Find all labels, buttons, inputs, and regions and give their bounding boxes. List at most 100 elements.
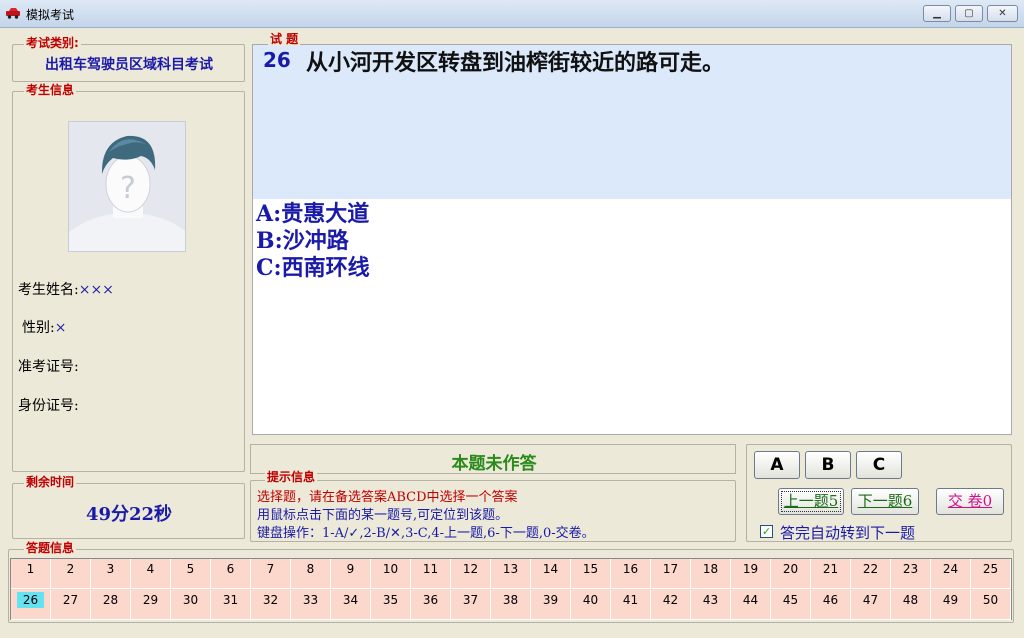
question-cell-50[interactable]: 50	[971, 590, 1011, 620]
timer-value: 49分22秒	[85, 504, 173, 525]
title-bar: 模拟考试 ▁ ▢ ✕	[0, 0, 1024, 28]
question-cell-27[interactable]: 27	[51, 590, 91, 620]
question-cell-45[interactable]: 45	[771, 590, 811, 620]
question-cell-number: 32	[262, 593, 279, 607]
question-cell-5[interactable]: 5	[171, 559, 211, 589]
exam-type-value: 出租车驾驶员区域科目考试	[45, 57, 213, 73]
answer-c-button[interactable]: C	[856, 451, 902, 479]
answer-a-button[interactable]: A	[754, 451, 800, 479]
question-cell-22[interactable]: 22	[851, 559, 891, 589]
question-cell-number: 6	[226, 562, 235, 576]
question-cell-17[interactable]: 17	[651, 559, 691, 589]
question-cell-28[interactable]: 28	[91, 590, 131, 620]
name-row: 考生姓名:×××	[18, 279, 114, 299]
question-cell-15[interactable]: 15	[571, 559, 611, 589]
question-cell-21[interactable]: 21	[811, 559, 851, 589]
question-cell-number: 15	[582, 562, 599, 576]
question-cell-38[interactable]: 38	[491, 590, 531, 620]
question-cell-23[interactable]: 23	[891, 559, 931, 589]
maximize-button[interactable]: ▢	[955, 5, 983, 22]
question-cell-number: 19	[742, 562, 759, 576]
question-cell-25[interactable]: 25	[971, 559, 1011, 589]
question-cell-37[interactable]: 37	[451, 590, 491, 620]
question-cell-number: 14	[542, 562, 559, 576]
question-cell-39[interactable]: 39	[531, 590, 571, 620]
gender-value: ×	[54, 320, 67, 336]
minimize-button[interactable]: ▁	[923, 5, 951, 22]
question-cell-33[interactable]: 33	[291, 590, 331, 620]
question-cell-4[interactable]: 4	[131, 559, 171, 589]
gender-row: 性别:×	[22, 317, 66, 337]
hint-line-1: 选择题，请在备选答案ABCD中选择一个答案	[257, 490, 518, 505]
question-panel: 26 从小河开发区转盘到油榨街较近的路可走。 A:贵惠大道 B:沙冲路 C:西南…	[252, 44, 1012, 435]
question-cell-11[interactable]: 11	[411, 559, 451, 589]
question-cell-26[interactable]: 26	[11, 590, 51, 620]
question-cell-36[interactable]: 36	[411, 590, 451, 620]
question-cell-42[interactable]: 42	[651, 590, 691, 620]
close-button[interactable]: ✕	[987, 5, 1018, 22]
question-cell-6[interactable]: 6	[211, 559, 251, 589]
question-cell-31[interactable]: 31	[211, 590, 251, 620]
avatar: ?	[68, 121, 186, 252]
question-cell-34[interactable]: 34	[331, 590, 371, 620]
question-cell-number: 31	[222, 593, 239, 607]
question-cell-1[interactable]: 1	[11, 559, 51, 589]
question-cell-number: 13	[502, 562, 519, 576]
question-cell-number: 7	[266, 562, 275, 576]
question-cell-35[interactable]: 35	[371, 590, 411, 620]
question-cell-number: 26	[16, 592, 45, 608]
question-cell-2[interactable]: 2	[51, 559, 91, 589]
car-icon	[6, 8, 20, 19]
question-cell-44[interactable]: 44	[731, 590, 771, 620]
question-cell-3[interactable]: 3	[91, 559, 131, 589]
question-cell-47[interactable]: 47	[851, 590, 891, 620]
question-cell-number: 11	[422, 562, 439, 576]
question-cell-9[interactable]: 9	[331, 559, 371, 589]
question-cell-number: 18	[702, 562, 719, 576]
auto-next-checkbox[interactable]: ✓	[760, 525, 773, 538]
question-cell-number: 35	[382, 593, 399, 607]
answer-b-button[interactable]: B	[805, 451, 851, 479]
question-cell-18[interactable]: 18	[691, 559, 731, 589]
question-cell-30[interactable]: 30	[171, 590, 211, 620]
auto-next-label[interactable]: 答完自动转到下一题	[780, 522, 915, 543]
question-cell-number: 33	[302, 593, 319, 607]
option-b: B:沙冲路	[256, 228, 349, 254]
submit-exam-button[interactable]: 交 卷0	[936, 488, 1004, 515]
question-cell-29[interactable]: 29	[131, 590, 171, 620]
question-cell-12[interactable]: 12	[451, 559, 491, 589]
question-cell-14[interactable]: 14	[531, 559, 571, 589]
question-cell-10[interactable]: 10	[371, 559, 411, 589]
check-icon: ✓	[761, 525, 772, 538]
hint-legend: 提示信息	[265, 470, 318, 484]
question-cell-7[interactable]: 7	[251, 559, 291, 589]
question-cell-8[interactable]: 8	[291, 559, 331, 589]
person-placeholder-icon: ?	[69, 122, 185, 251]
name-label: 考生姓名:	[18, 282, 79, 298]
question-cell-19[interactable]: 19	[731, 559, 771, 589]
question-cell-16[interactable]: 16	[611, 559, 651, 589]
question-cell-20[interactable]: 20	[771, 559, 811, 589]
question-legend: 试 题	[268, 32, 301, 46]
next-question-button[interactable]: 下一题6	[851, 488, 919, 515]
question-cell-number: 50	[982, 593, 999, 607]
question-cell-43[interactable]: 43	[691, 590, 731, 620]
question-cell-number: 22	[862, 562, 879, 576]
question-cell-49[interactable]: 49	[931, 590, 971, 620]
prev-question-button[interactable]: 上一题5	[778, 488, 844, 515]
question-cell-number: 3	[106, 562, 115, 576]
question-cell-24[interactable]: 24	[931, 559, 971, 589]
question-cell-46[interactable]: 46	[811, 590, 851, 620]
question-cell-number: 12	[462, 562, 479, 576]
question-cell-number: 24	[942, 562, 959, 576]
question-stem-area: 26 从小河开发区转盘到油榨街较近的路可走。	[253, 45, 1011, 199]
question-cell-48[interactable]: 48	[891, 590, 931, 620]
question-cell-number: 8	[306, 562, 315, 576]
question-cell-13[interactable]: 13	[491, 559, 531, 589]
question-cell-number: 34	[342, 593, 359, 607]
question-cell-number: 4	[146, 562, 155, 576]
svg-text:?: ?	[120, 171, 136, 206]
question-cell-41[interactable]: 41	[611, 590, 651, 620]
question-cell-32[interactable]: 32	[251, 590, 291, 620]
question-cell-40[interactable]: 40	[571, 590, 611, 620]
